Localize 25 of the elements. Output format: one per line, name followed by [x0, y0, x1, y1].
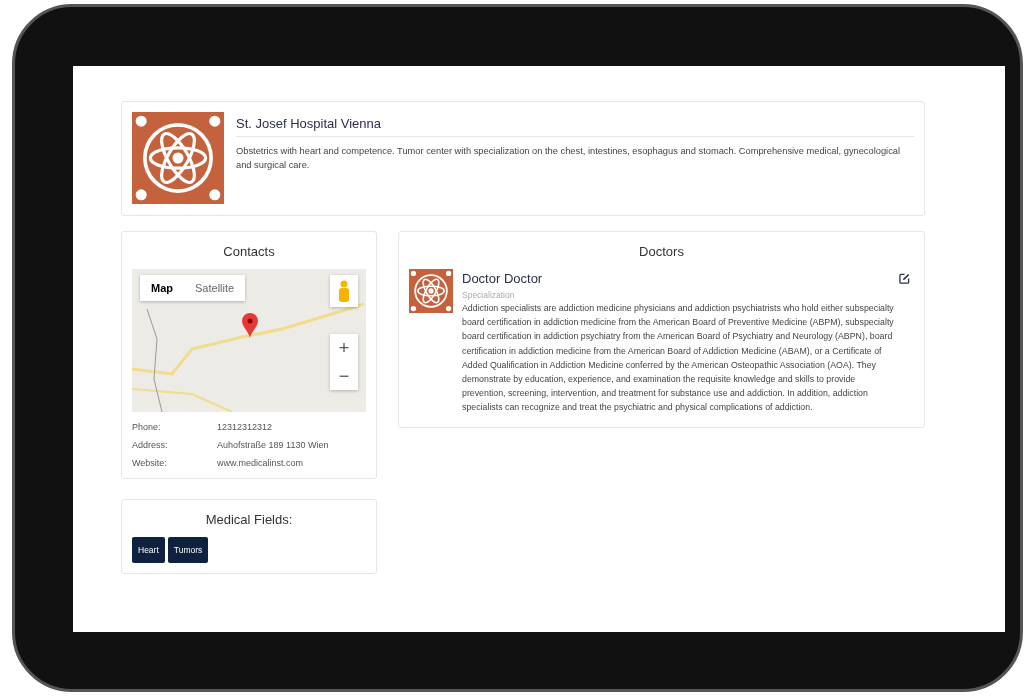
field-tag: Heart	[132, 537, 165, 563]
contact-value: www.medicalinst.com	[217, 458, 305, 468]
doctor-specialization: Specialization	[462, 290, 516, 300]
zoom-in-button[interactable]: +	[330, 334, 358, 362]
contacts-title: Contacts	[222, 244, 276, 259]
contact-label: Phone:	[132, 422, 162, 432]
map-type-tab[interactable]: Satellite	[184, 275, 246, 301]
zoom-out-button[interactable]: −	[330, 362, 358, 390]
doctor-name: Doctor Doctor	[462, 271, 544, 286]
doctors-title: Doctors	[638, 244, 685, 259]
atom-logo-icon	[132, 112, 224, 204]
map-type-tab[interactable]: Map	[140, 275, 184, 301]
contact-value: 12312312312	[217, 422, 274, 432]
hospital-description: Obstetrics with heart and competence. Tumor center with specialization on the chest, intestines, esophagus and stomach. Comprehensive medical, gynecological and surgical care.	[236, 145, 902, 172]
contact-value: Auhofstraße 189 1130 Wien	[217, 440, 330, 450]
doctor-bio: Addiction specialists are addiction medicine physicians and addiction psychiatrists who hold either subspecialty board certification in addiction medicine from the American Board of Preventive Medicine (ABPM), subspecialty board certification in addiction psychiatry from the American Board of Psychiatry and Neurology (ABPN), board certification in addiction medicine from the American Board of Addiction Medicine (ABAM), or a Certificate of Added Qualification in Addiction Medicine conferred by the American Osteopathic Association (AOA). They demonstrate by education, experience, and examination the requisite knowledge and skills to provide prevention, screening, intervention, and treatment for substance use and addiction. In addition, addiction specialists can recognize and treat the psychiatric and physical complications of addiction.	[462, 302, 895, 415]
edit-icon[interactable]	[899, 273, 910, 284]
contact-label: Website:	[132, 458, 168, 468]
medical-fields-title: Medical Fields:	[204, 512, 294, 527]
field-tag: Tumors	[167, 537, 209, 563]
map-pin-icon	[242, 313, 258, 339]
hospital-name: St. Josef Hospital Vienna	[236, 112, 914, 137]
atom-logo-icon	[409, 269, 453, 313]
map-view[interactable]: Map Satellite + −	[132, 269, 366, 412]
contact-label: Address:	[132, 440, 169, 450]
